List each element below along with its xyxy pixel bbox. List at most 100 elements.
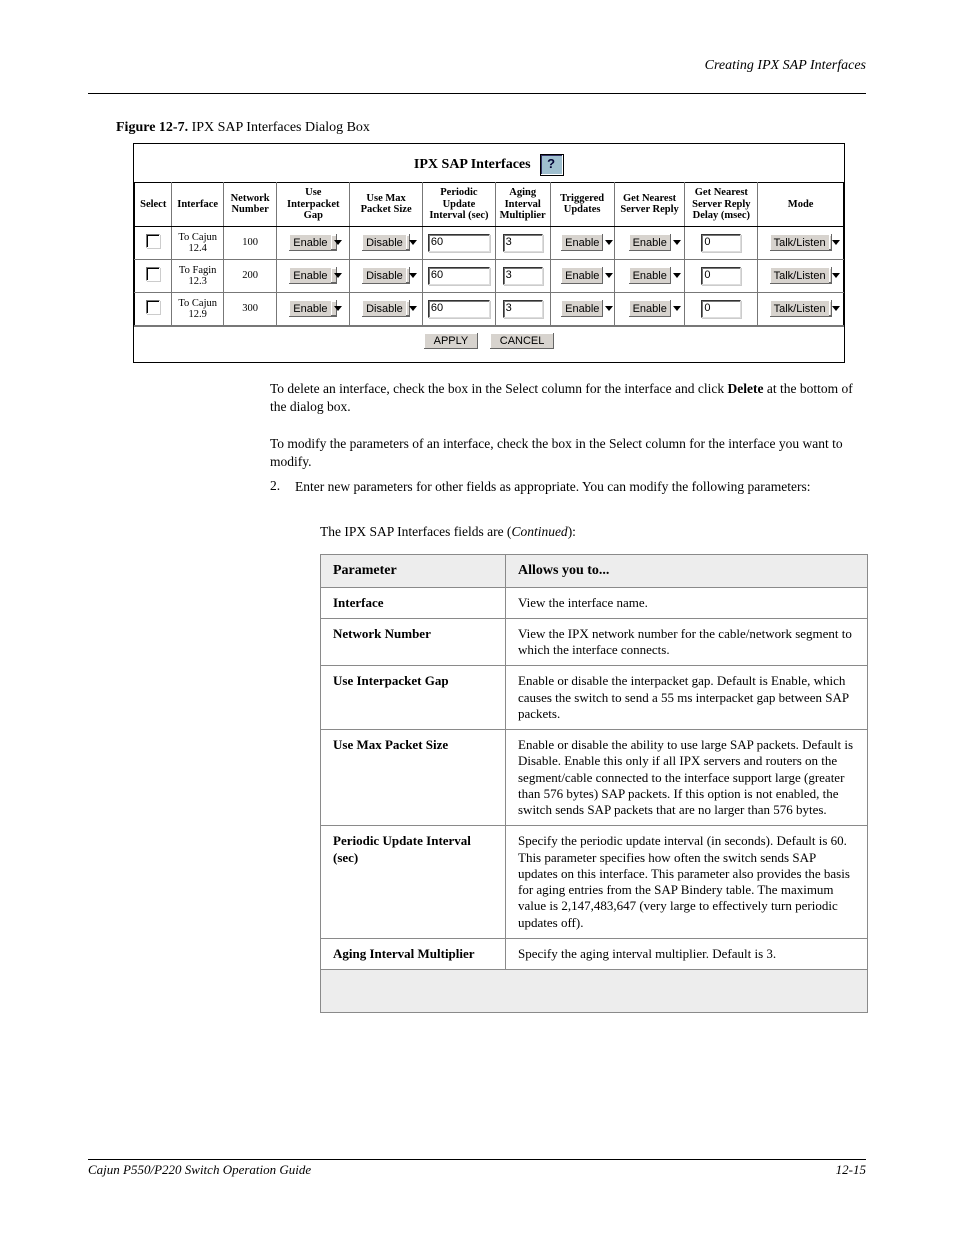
col-max-packet: Use Max Packet Size <box>350 183 423 227</box>
chevron-down-icon <box>406 301 410 316</box>
chevron-down-icon <box>670 235 671 250</box>
param-desc: Enable or disable the interpacket gap. D… <box>506 666 868 730</box>
param-name: Network Number <box>321 618 506 666</box>
param-row: InterfaceView the interface name. <box>321 587 868 618</box>
ipx-sap-screenshot: IPX SAP Interfaces Select Interface Netw… <box>133 143 845 363</box>
param-row: Use Max Packet SizeEnable or disable the… <box>321 730 868 826</box>
nearest-delay-input[interactable]: 0 <box>701 300 741 318</box>
param-row: Use Interpacket GapEnable or disable the… <box>321 666 868 730</box>
chevron-down-icon <box>829 235 832 250</box>
nearest-delay-input[interactable]: 0 <box>701 267 741 285</box>
param-header-parameter: Parameter <box>321 555 506 588</box>
network-number: 300 <box>242 303 258 314</box>
aging-multiplier-input[interactable]: 3 <box>503 300 543 318</box>
mode-select[interactable]: Talk/Listen <box>770 267 832 284</box>
page-caption: Creating IPX SAP Interfaces <box>705 58 866 74</box>
screenshot-title-text: IPX SAP Interfaces <box>414 157 531 172</box>
param-name: Use Max Packet Size <box>321 730 506 826</box>
figure-label: Figure 12-7. <box>116 120 188 135</box>
param-row <box>321 970 868 1013</box>
table-row: To Fagin12.3 200 Enable Disable 60 3 Enable Ena… <box>135 259 844 292</box>
max-packet-select[interactable]: Disable <box>362 234 410 251</box>
interpacket-gap-select[interactable]: Enable <box>289 300 337 317</box>
field-note-a: The IPX SAP Interfaces fields are ( <box>320 524 511 539</box>
chevron-down-icon <box>406 235 410 250</box>
chevron-down-icon <box>331 301 338 316</box>
apply-button[interactable]: APPLY <box>424 333 479 349</box>
triggered-updates-select[interactable]: Enable <box>561 234 603 251</box>
field-note-continued: Continued <box>511 524 567 539</box>
network-number: 100 <box>242 237 258 248</box>
nearest-delay-input[interactable]: 0 <box>701 234 741 252</box>
param-name: Aging Interval Multiplier <box>321 938 506 969</box>
param-desc: Specify the aging interval multiplier. D… <box>506 938 868 969</box>
footer-left: Cajun P550/P220 Switch Operation Guide <box>88 1162 311 1178</box>
param-row: Network NumberView the IPX network numbe… <box>321 618 868 666</box>
nearest-reply-select[interactable]: Enable <box>629 267 671 284</box>
help-question-icon[interactable] <box>540 154 564 176</box>
select-checkbox[interactable] <box>146 300 160 314</box>
chevron-down-icon <box>602 301 603 316</box>
chevron-down-icon <box>406 268 410 283</box>
interpacket-gap-select[interactable]: Enable <box>289 267 337 284</box>
triggered-updates-select[interactable]: Enable <box>561 267 603 284</box>
interface-name: To Cajun12.9 <box>178 298 217 320</box>
aging-multiplier-input[interactable]: 3 <box>503 267 543 285</box>
param-desc: View the IPX network number for the cabl… <box>506 618 868 666</box>
max-packet-select[interactable]: Disable <box>362 267 410 284</box>
figure-title: IPX SAP Interfaces Dialog Box <box>192 120 370 135</box>
param-row: Periodic Update Interval (sec)Specify th… <box>321 826 868 939</box>
mode-select[interactable]: Talk/Listen <box>770 300 832 317</box>
param-desc: Specify the periodic update interval (in… <box>506 826 868 939</box>
col-select: Select <box>135 183 172 227</box>
param-desc: Enable or disable the ability to use lar… <box>506 730 868 826</box>
interface-name: To Cajun12.4 <box>178 232 217 254</box>
interface-name: To Fagin12.3 <box>179 265 216 287</box>
col-interpacket-gap: Use Interpacket Gap <box>277 183 350 227</box>
instruction-text-1a: To delete an interface, check the box in… <box>270 381 727 396</box>
bottom-rule <box>88 1159 866 1160</box>
chevron-down-icon <box>602 268 603 283</box>
chevron-down-icon <box>829 301 832 316</box>
chevron-down-icon <box>331 268 338 283</box>
nearest-reply-select[interactable]: Enable <box>629 234 671 251</box>
param-desc: View the interface name. <box>506 587 868 618</box>
ipx-sap-table: Select Interface Network Number Use Inte… <box>134 182 844 326</box>
parameter-table: Parameter Allows you to... InterfaceView… <box>320 554 868 1013</box>
max-packet-select[interactable]: Disable <box>362 300 410 317</box>
col-periodic-update: Periodic Update Interval (sec) <box>423 183 496 227</box>
select-checkbox[interactable] <box>146 267 160 281</box>
figure-caption: Figure 12-7. IPX SAP Interfaces Dialog B… <box>116 120 370 136</box>
select-checkbox[interactable] <box>146 234 160 248</box>
mode-select[interactable]: Talk/Listen <box>770 234 832 251</box>
table-row: To Cajun12.9 300 Enable Disable 60 3 Enable Ena… <box>135 292 844 325</box>
col-network-number: Network Number <box>223 183 277 227</box>
param-name: Interface <box>321 587 506 618</box>
button-bar: APPLY CANCEL <box>134 326 844 357</box>
periodic-update-input[interactable]: 60 <box>428 234 490 252</box>
table-row: To Cajun12.4 100 Enable Disable 60 3 Enable Ena… <box>135 226 844 259</box>
delete-word: Delete <box>727 381 763 396</box>
col-interface: Interface <box>172 183 223 227</box>
chevron-down-icon <box>602 235 603 250</box>
col-aging-multiplier: Aging Interval Multiplier <box>495 183 550 227</box>
interpacket-gap-select[interactable]: Enable <box>289 234 337 251</box>
field-note-b: ): <box>568 524 576 539</box>
periodic-update-input[interactable]: 60 <box>428 267 490 285</box>
footer-right: 12-15 <box>836 1162 866 1178</box>
col-nearest-delay: Get Nearest Server Reply Delay (msec) <box>685 183 758 227</box>
periodic-update-input[interactable]: 60 <box>428 300 490 318</box>
col-triggered-updates: Triggered Updates <box>550 183 614 227</box>
nearest-reply-select[interactable]: Enable <box>629 300 671 317</box>
param-header-desc: Allows you to... <box>506 555 868 588</box>
network-number: 200 <box>242 270 258 281</box>
instruction-block: To delete an interface, check the box in… <box>270 380 866 471</box>
chevron-down-icon <box>670 301 671 316</box>
param-name: Use Interpacket Gap <box>321 666 506 730</box>
cancel-button[interactable]: CANCEL <box>490 333 555 349</box>
col-nearest-reply: Get Nearest Server Reply <box>614 183 685 227</box>
screenshot-title-bar: IPX SAP Interfaces <box>134 144 844 182</box>
top-rule <box>88 93 866 94</box>
aging-multiplier-input[interactable]: 3 <box>503 234 543 252</box>
triggered-updates-select[interactable]: Enable <box>561 300 603 317</box>
